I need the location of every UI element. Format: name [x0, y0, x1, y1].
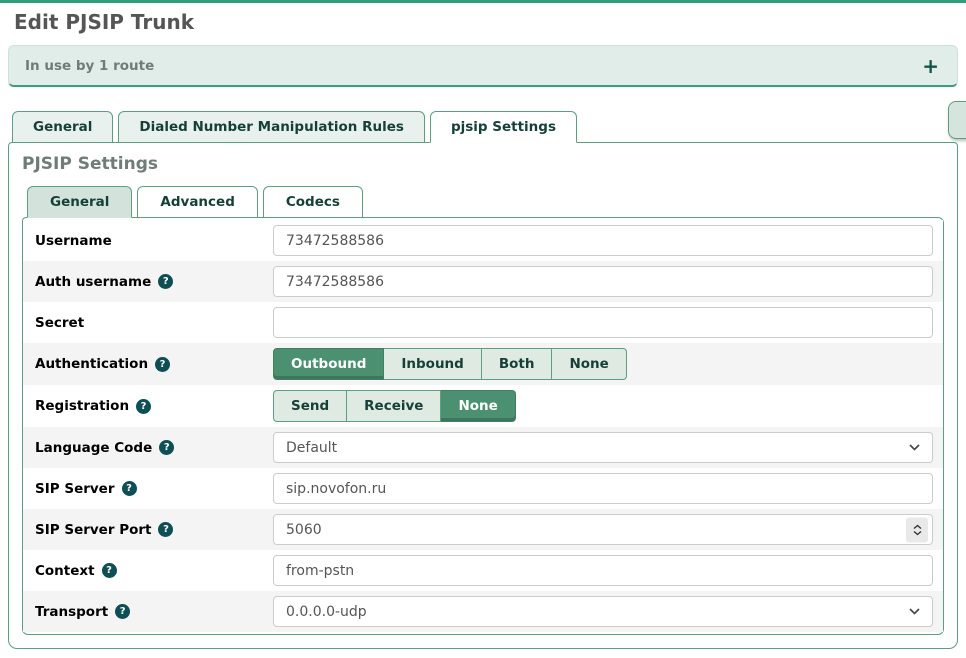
form-row-username: Username [23, 220, 943, 261]
form-row-sip-server-port: SIP Server Port ? [23, 509, 943, 550]
subtab-codecs[interactable]: Codecs [263, 186, 363, 218]
help-icon[interactable]: ? [115, 604, 130, 619]
tab-general[interactable]: General [12, 111, 113, 143]
section-heading: PJSIP Settings [22, 154, 951, 174]
form-row-transport: Transport ? 0.0.0.0-udp [23, 591, 943, 632]
registration-send-button[interactable]: Send [273, 390, 347, 422]
secret-label: Secret [35, 315, 84, 331]
number-stepper[interactable] [906, 517, 928, 542]
help-icon[interactable]: ? [122, 481, 137, 496]
pjsip-general-form: Username Auth username ? Secret [22, 217, 944, 635]
usage-label: In use by 1 route [25, 58, 154, 74]
authentication-button-group: Outbound Inbound Both None [273, 348, 627, 380]
form-row-authentication: Authentication ? Outbound Inbound Both N… [23, 343, 943, 385]
subtab-codecs-label: Codecs [286, 194, 340, 210]
tab-general-label: General [33, 119, 92, 135]
help-icon[interactable]: ? [136, 399, 151, 414]
transport-select[interactable]: 0.0.0.0-udp [273, 596, 933, 627]
help-icon[interactable]: ? [155, 357, 170, 372]
registration-receive-button[interactable]: Receive [347, 390, 441, 422]
pjsip-settings-panel: PJSIP Settings General Advanced Codecs U… [8, 142, 958, 649]
tab-dnmr-label: Dialed Number Manipulation Rules [139, 119, 404, 135]
form-row-auth-username: Auth username ? [23, 261, 943, 302]
registration-none-button[interactable]: None [441, 390, 515, 422]
form-row-sip-server: SIP Server ? [23, 468, 943, 509]
subtab-general[interactable]: General [27, 186, 132, 218]
authentication-inbound-button[interactable]: Inbound [384, 348, 481, 380]
username-label: Username [35, 233, 112, 249]
authentication-label: Authentication [35, 356, 148, 372]
authentication-both-button[interactable]: Both [482, 348, 553, 380]
form-row-language-code: Language Code ? Default [23, 427, 943, 468]
form-row-secret: Secret [23, 302, 943, 343]
auth-username-label: Auth username [35, 274, 151, 290]
username-input[interactable] [273, 225, 933, 256]
sidebar-flyout-button[interactable] [948, 101, 966, 139]
context-label: Context [35, 563, 95, 579]
authentication-none-button[interactable]: None [552, 348, 626, 380]
transport-label: Transport [35, 604, 108, 620]
help-icon[interactable]: ? [102, 563, 117, 578]
form-row-context: Context ? [23, 550, 943, 591]
help-icon[interactable]: ? [159, 440, 174, 455]
transport-value: 0.0.0.0-udp [286, 604, 367, 620]
authentication-outbound-button[interactable]: Outbound [273, 348, 384, 380]
tab-pjsip-settings[interactable]: pjsip Settings [430, 111, 577, 143]
accent-top-bar [0, 0, 966, 3]
sip-server-input[interactable] [273, 473, 933, 504]
tab-dialed-number-manipulation-rules[interactable]: Dialed Number Manipulation Rules [118, 111, 425, 143]
context-input[interactable] [273, 555, 933, 586]
language-code-value: Default [286, 440, 337, 456]
pjsip-sub-tabs: General Advanced Codecs [22, 185, 951, 217]
help-icon[interactable]: ? [158, 522, 173, 537]
tab-pjsip-settings-label: pjsip Settings [451, 119, 556, 135]
subtab-general-label: General [50, 194, 109, 210]
chevron-down-icon [909, 444, 920, 451]
language-code-label: Language Code [35, 440, 152, 456]
form-row-registration: Registration ? Send Receive None [23, 385, 943, 427]
main-tabs: General Dialed Number Manipulation Rules… [8, 110, 966, 142]
registration-label: Registration [35, 398, 129, 414]
usage-panel[interactable]: In use by 1 route + [8, 45, 958, 87]
subtab-advanced[interactable]: Advanced [137, 186, 257, 218]
stepper-down-icon [913, 530, 922, 535]
sip-server-label: SIP Server [35, 481, 115, 497]
expand-plus-icon[interactable]: + [922, 56, 939, 76]
sip-server-port-label: SIP Server Port [35, 522, 151, 538]
secret-input[interactable] [273, 307, 933, 338]
stepper-up-icon [913, 524, 922, 529]
page-title: Edit PJSIP Trunk [14, 10, 966, 34]
registration-button-group: Send Receive None [273, 390, 516, 422]
auth-username-input[interactable] [273, 266, 933, 297]
sip-server-port-input[interactable] [273, 514, 933, 545]
chevron-down-icon [909, 608, 920, 615]
help-icon[interactable]: ? [158, 274, 173, 289]
language-code-select[interactable]: Default [273, 432, 933, 463]
subtab-advanced-label: Advanced [160, 194, 234, 210]
